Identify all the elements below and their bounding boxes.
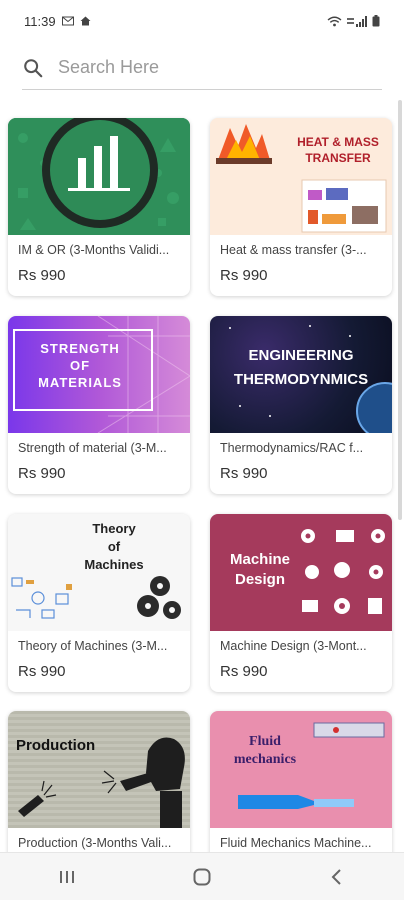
search-icon[interactable] (22, 57, 44, 79)
course-title: Thermodynamics/RAC f... (220, 441, 364, 455)
status-time: 11:39 (24, 13, 56, 29)
home-button[interactable] (178, 857, 226, 897)
recent-apps-button[interactable] (43, 857, 91, 897)
course-price: Rs 990 (220, 663, 268, 680)
course-title: Production (3-Months Vali... (18, 836, 172, 850)
thumb-title-line: Fluid (249, 734, 281, 749)
course-thumbnail: Production (8, 711, 190, 828)
pipe-illustration (238, 722, 385, 809)
wifi-icon (327, 16, 342, 26)
scrollbar[interactable] (398, 100, 402, 520)
course-thumbnail: Theory of Machines (8, 514, 190, 631)
course-card-heat-mass-transfer[interactable]: HEAT & MASS TRANSFER Heat & mass transfe… (210, 118, 392, 296)
thumb-title-line: STRENGTH (40, 341, 120, 356)
system-nav-bar (0, 852, 404, 900)
thumb-title-line: THERMODYNMICS (233, 371, 369, 388)
course-title: Machine Design (3-Mont... (220, 639, 367, 653)
battery-icon (372, 15, 380, 27)
back-button[interactable] (313, 857, 361, 897)
thumb-title-line: OF (69, 358, 91, 373)
course-card-strength-of-material[interactable]: STRENGTH OF MATERIALS Strength of materi… (8, 316, 190, 494)
course-thumbnail: ENGINEERING THERMODYNMICS (210, 316, 392, 433)
back-icon (331, 868, 341, 885)
course-price: Rs 990 (18, 267, 66, 284)
search-bar[interactable] (22, 46, 382, 90)
course-thumbnail: HEAT & MASS TRANSFER (210, 118, 392, 235)
thumb-title-line: mechanics (233, 752, 297, 767)
thumb-title-line: Production (16, 737, 96, 754)
course-title: Heat & mass transfer (3-... (220, 243, 367, 257)
lte-signal-icon (347, 15, 367, 27)
course-title: IM & OR (3-Months Validi... (18, 243, 170, 257)
thumb-title-line: TRANSFER (305, 151, 371, 165)
recent-apps-icon (60, 870, 75, 883)
welder-illustration (18, 737, 185, 828)
thumb-title-line: ENGINEERING (248, 347, 354, 364)
chart-logo-image (8, 118, 190, 235)
course-thumbnail (8, 118, 190, 235)
course-card-machine-design[interactable]: Machine Design Machine Design (3-Mont...… (210, 514, 392, 692)
home-icon (193, 868, 211, 885)
course-card-im-or[interactable]: IM & OR (3-Months Validi... Rs 990 (8, 118, 190, 296)
search-input[interactable] (58, 57, 338, 78)
thumb-title-line: Theory (92, 521, 136, 536)
course-card-theory-of-machines[interactable]: Theory of Machines Theory of Machines (3… (8, 514, 190, 692)
course-price: Rs 990 (220, 465, 268, 482)
mail-icon (61, 16, 74, 26)
home-notification-icon (80, 16, 91, 26)
thumb-title-line: of (107, 539, 121, 554)
app-screen: 11:39 Search Here IM & OR (3-Months Vali… (0, 0, 404, 900)
status-bar: 11:39 (0, 0, 404, 42)
course-title: Theory of Machines (3-M... (18, 639, 168, 653)
course-thumbnail: Machine Design (210, 514, 392, 631)
course-price: Rs 990 (18, 663, 66, 680)
course-title: Strength of material (3-M... (18, 441, 167, 455)
course-thumbnail: Fluid mechanics (210, 711, 392, 828)
course-price: Rs 990 (220, 267, 268, 284)
thumb-title-line: MATERIALS (38, 375, 122, 390)
thumb-title-line: HEAT & MASS (297, 135, 379, 149)
course-card-thermodynamics[interactable]: ENGINEERING THERMODYNMICS Thermodynamics… (210, 316, 392, 494)
course-price: Rs 990 (18, 465, 66, 482)
thumb-title-line: Design (234, 571, 285, 588)
thumb-title-line: Machine (229, 551, 290, 568)
course-thumbnail: STRENGTH OF MATERIALS (8, 316, 190, 433)
course-title: Fluid Mechanics Machine... (220, 836, 372, 850)
thumb-title-line: Machines (84, 557, 144, 572)
